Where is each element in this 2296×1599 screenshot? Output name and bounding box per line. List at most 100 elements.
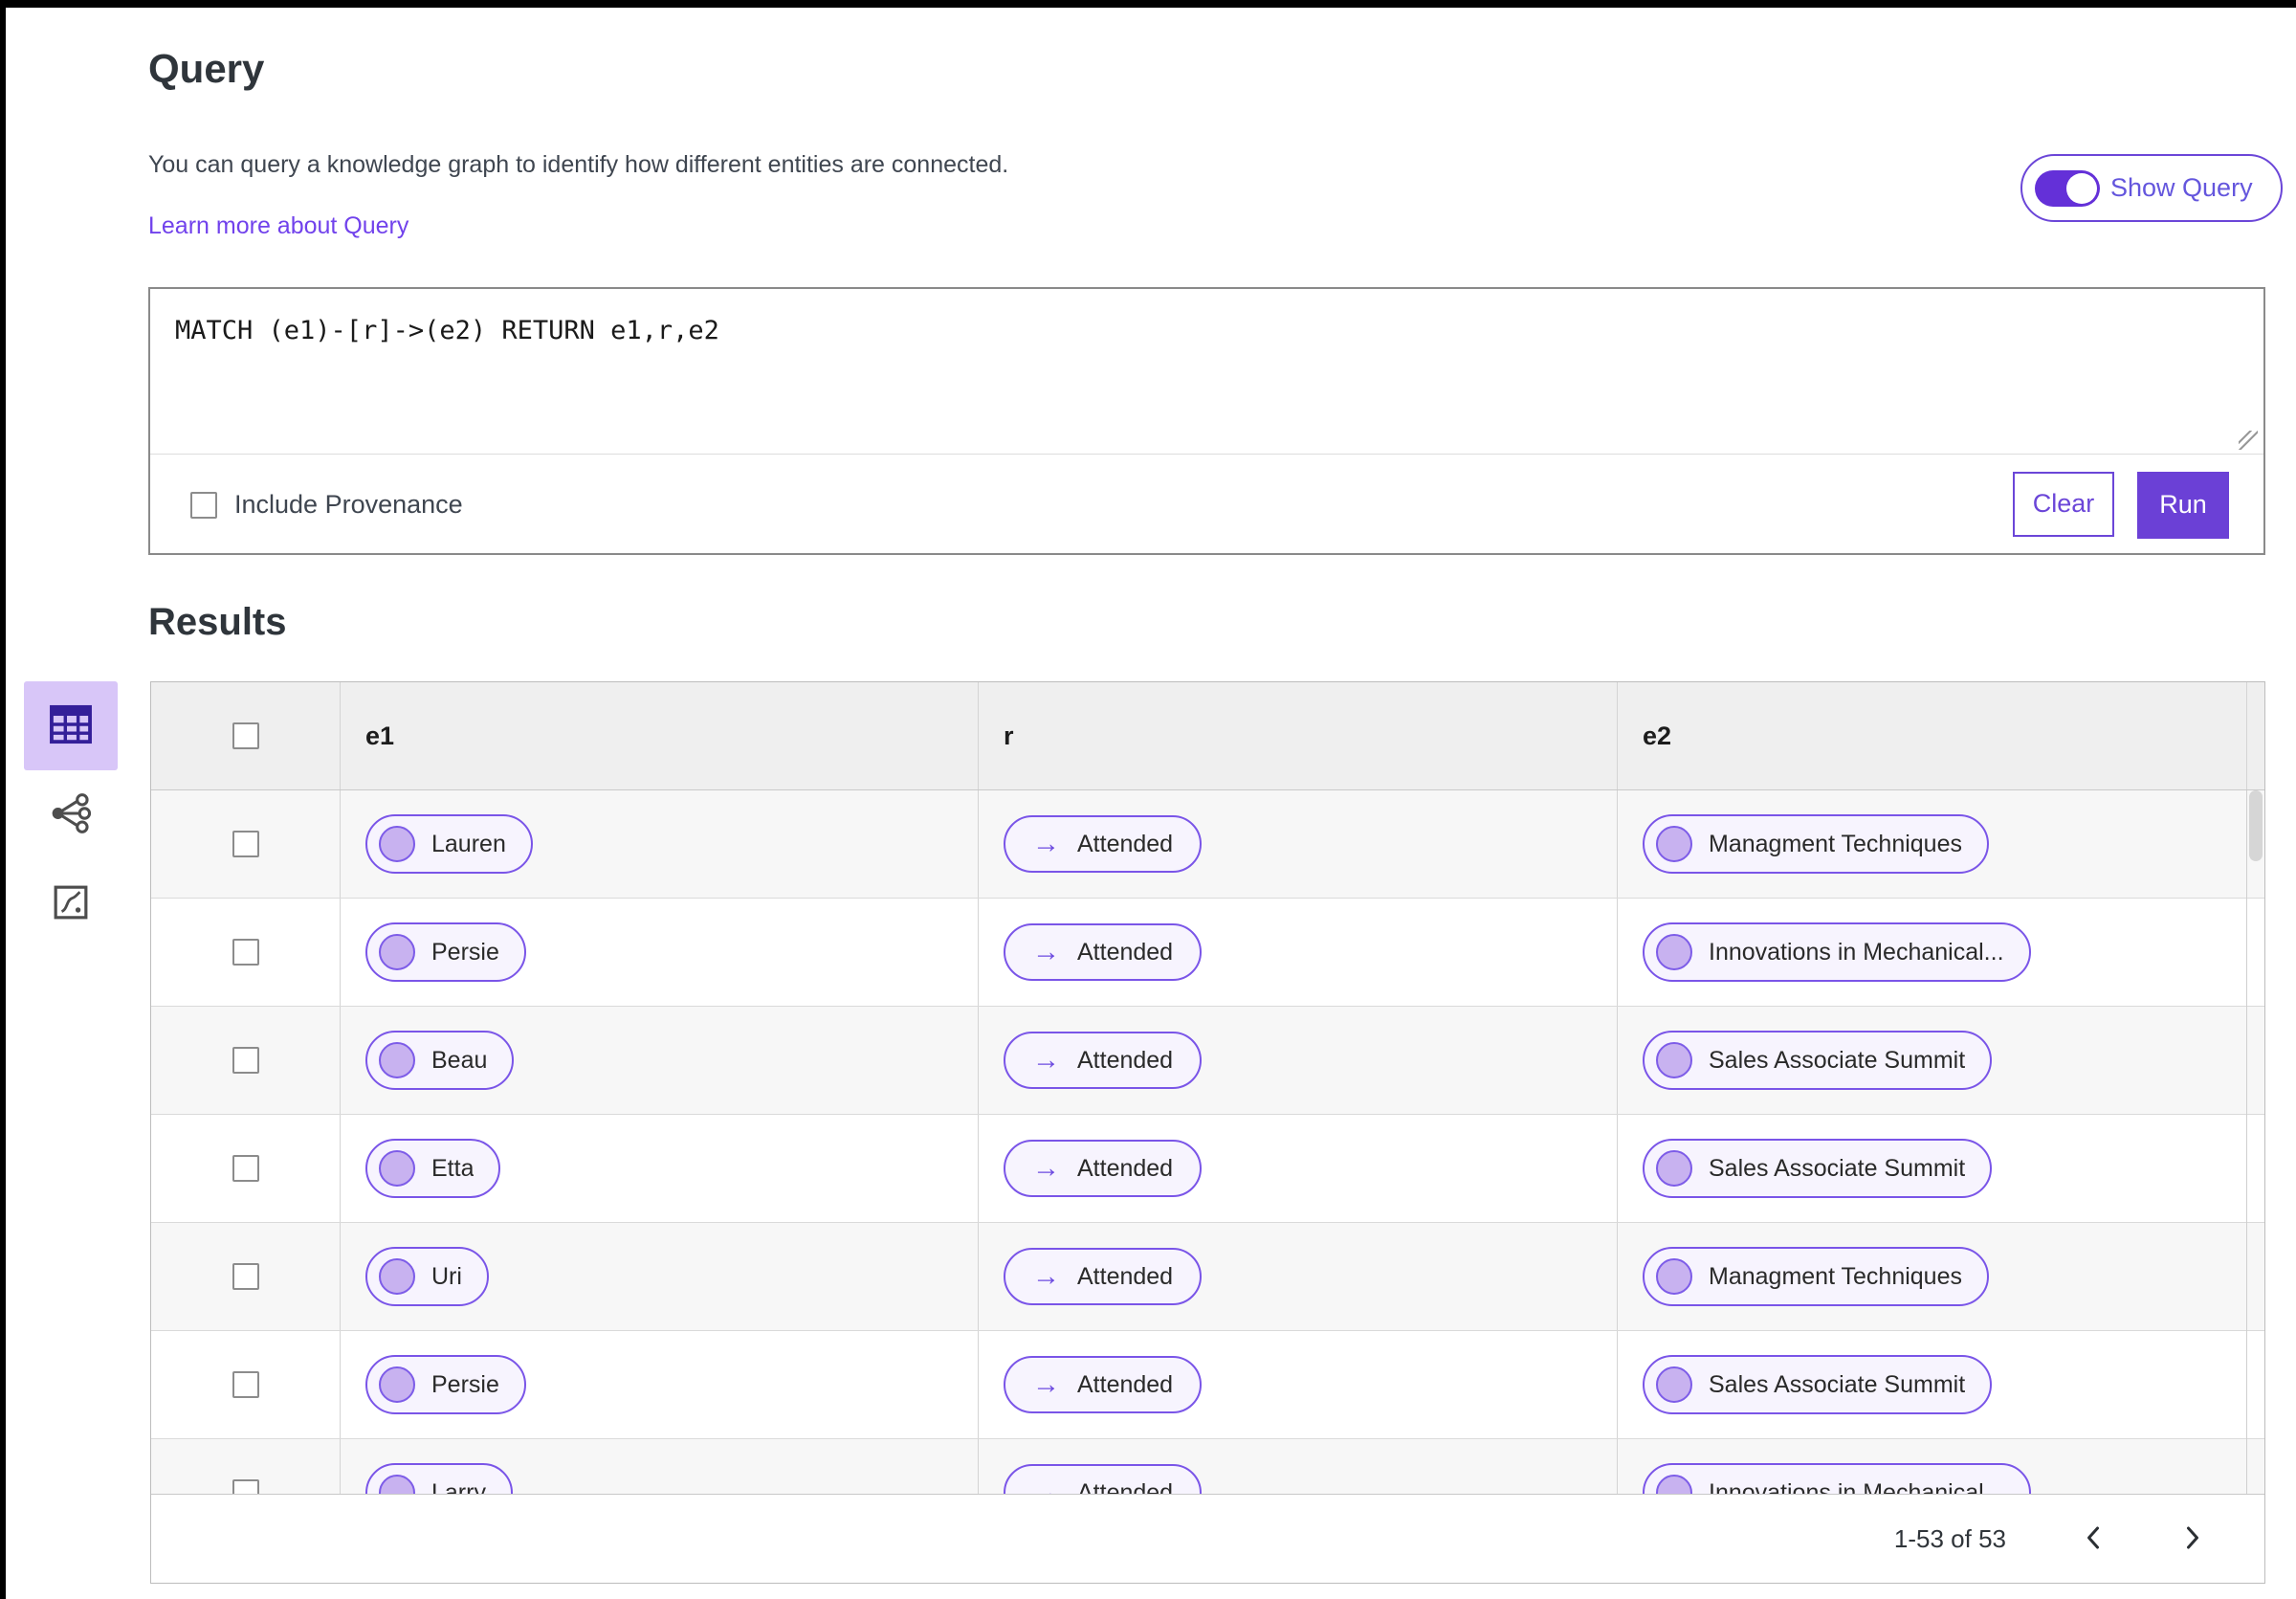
entity-label: Lauren	[431, 830, 506, 857]
row-checkbox[interactable]	[232, 939, 259, 966]
chevron-left-icon	[2081, 1523, 2106, 1555]
select-all-checkbox[interactable]	[232, 722, 259, 749]
query-input[interactable]: MATCH (e1)-[r]->(e2) RETURN e1,r,e2	[150, 289, 2263, 454]
include-provenance-checkbox[interactable]	[190, 491, 217, 519]
entity-circle-icon	[1656, 934, 1692, 970]
relation-pill[interactable]: → Attended	[1004, 1140, 1203, 1197]
entity-circle-icon	[1656, 1150, 1692, 1187]
show-query-toggle[interactable]: Show Query	[2020, 154, 2283, 222]
entity-circle-icon	[1656, 1258, 1692, 1295]
window-frame-top	[0, 0, 2296, 8]
row-checkbox[interactable]	[232, 1263, 259, 1290]
graph-view-button[interactable]	[24, 770, 118, 859]
entity-pill[interactable]: Innovations in Mechanical...	[1643, 922, 2031, 982]
pagination-bar: 1-53 of 53	[151, 1494, 2264, 1583]
table-row: Uri → Attended Managment Techniques	[151, 1223, 2264, 1331]
table-header: e1 r e2	[151, 682, 2264, 790]
relation-pill[interactable]: → Attended	[1004, 923, 1203, 981]
clear-button[interactable]: Clear	[2013, 471, 2114, 537]
entity-label: Persie	[431, 1370, 499, 1398]
relation-label: Attended	[1077, 1478, 1174, 1495]
row-checkbox[interactable]	[232, 1047, 259, 1074]
entity-pill[interactable]: Managment Techniques	[1643, 814, 1989, 874]
results-table: e1 r e2 Lauren → Attended Managment Techn…	[150, 681, 2265, 1584]
entity-label: Sales Associate Summit	[1709, 1154, 1966, 1182]
entity-label: Managment Techniques	[1709, 1262, 1962, 1290]
table-body: Lauren → Attended Managment Techniques Pe…	[151, 790, 2264, 1494]
entity-label: Larry	[431, 1478, 486, 1495]
arrow-right-icon: →	[1032, 1152, 1060, 1184]
table-row: Lauren → Attended Managment Techniques	[151, 790, 2264, 899]
entity-pill[interactable]: Etta	[365, 1139, 501, 1198]
page-description: You can query a knowledge graph to ident…	[148, 151, 1009, 178]
table-row: Beau → Attended Sales Associate Summit	[151, 1007, 2264, 1115]
entity-label: Persie	[431, 938, 499, 966]
entity-circle-icon	[1656, 826, 1692, 862]
entity-pill[interactable]: Beau	[365, 1031, 515, 1090]
entity-pill[interactable]: Innovations in Mechanical...	[1643, 1463, 2031, 1494]
entity-label: Innovations in Mechanical...	[1709, 1478, 2004, 1495]
arrow-right-icon: →	[1032, 828, 1060, 859]
entity-label: Managment Techniques	[1709, 830, 1962, 857]
entity-pill[interactable]: Persie	[365, 1355, 526, 1414]
entity-label: Uri	[431, 1262, 462, 1290]
graph-view-icon	[49, 791, 93, 838]
query-editor-panel: MATCH (e1)-[r]->(e2) RETURN e1,r,e2 Incl…	[148, 287, 2265, 555]
learn-more-link[interactable]: Learn more about Query	[148, 212, 408, 240]
previous-page-button[interactable]	[2081, 1523, 2106, 1555]
relation-pill[interactable]: → Attended	[1004, 815, 1203, 873]
entity-pill[interactable]: Managment Techniques	[1643, 1247, 1989, 1306]
arrow-right-icon: →	[1032, 1044, 1060, 1076]
entity-pill[interactable]: Sales Associate Summit	[1643, 1139, 1993, 1198]
row-checkbox[interactable]	[232, 1479, 259, 1494]
entity-circle-icon	[379, 1042, 415, 1078]
scrollbar-track	[2246, 790, 2247, 1494]
entity-circle-icon	[379, 934, 415, 970]
column-header-e1: e1	[365, 721, 395, 750]
entity-label: Sales Associate Summit	[1709, 1370, 1966, 1398]
relation-pill[interactable]: → Attended	[1004, 1032, 1203, 1089]
entity-pill[interactable]: Larry	[365, 1463, 513, 1494]
entity-label: Etta	[431, 1154, 475, 1182]
entity-pill[interactable]: Uri	[365, 1247, 489, 1306]
window-frame-left	[0, 0, 6, 1599]
relation-pill[interactable]: → Attended	[1004, 1248, 1203, 1305]
column-header-r: r	[1004, 721, 1014, 750]
resize-handle-icon[interactable]	[2239, 431, 2258, 450]
relation-pill[interactable]: → Attended	[1004, 1464, 1203, 1495]
entity-pill[interactable]: Sales Associate Summit	[1643, 1031, 1993, 1090]
results-title: Results	[148, 601, 287, 643]
relation-label: Attended	[1077, 1262, 1174, 1290]
entity-pill[interactable]: Sales Associate Summit	[1643, 1355, 1993, 1414]
entity-label: Beau	[431, 1046, 488, 1074]
relation-pill[interactable]: → Attended	[1004, 1356, 1203, 1413]
arrow-right-icon: →	[1032, 936, 1060, 967]
chart-view-icon	[53, 884, 89, 923]
table-view-button[interactable]	[24, 681, 118, 770]
chart-view-button[interactable]	[24, 859, 118, 948]
row-checkbox[interactable]	[232, 831, 259, 857]
toggle-on-icon[interactable]	[2035, 169, 2100, 207]
scrollbar-thumb[interactable]	[2249, 790, 2263, 861]
run-button[interactable]: Run	[2137, 471, 2229, 539]
entity-circle-icon	[1656, 1366, 1692, 1403]
entity-circle-icon	[1656, 1475, 1692, 1494]
relation-label: Attended	[1077, 1154, 1174, 1182]
page-title: Query	[148, 46, 265, 91]
pagination-range: 1-53 of 53	[1893, 1523, 2006, 1553]
entity-pill[interactable]: Lauren	[365, 814, 533, 874]
chevron-right-icon	[2180, 1523, 2205, 1555]
row-checkbox[interactable]	[232, 1155, 259, 1182]
arrow-right-icon: →	[1032, 1368, 1060, 1400]
table-row: Persie → Attended Sales Associate Summit	[151, 1331, 2264, 1439]
view-switcher	[24, 681, 118, 948]
next-page-button[interactable]	[2180, 1523, 2205, 1555]
entity-label: Innovations in Mechanical...	[1709, 938, 2004, 966]
arrow-right-icon: →	[1032, 1477, 1060, 1494]
entity-circle-icon	[379, 826, 415, 862]
entity-circle-icon	[379, 1475, 415, 1494]
entity-circle-icon	[379, 1366, 415, 1403]
row-checkbox[interactable]	[232, 1371, 259, 1398]
entity-pill[interactable]: Persie	[365, 922, 526, 982]
show-query-label: Show Query	[2110, 173, 2253, 202]
